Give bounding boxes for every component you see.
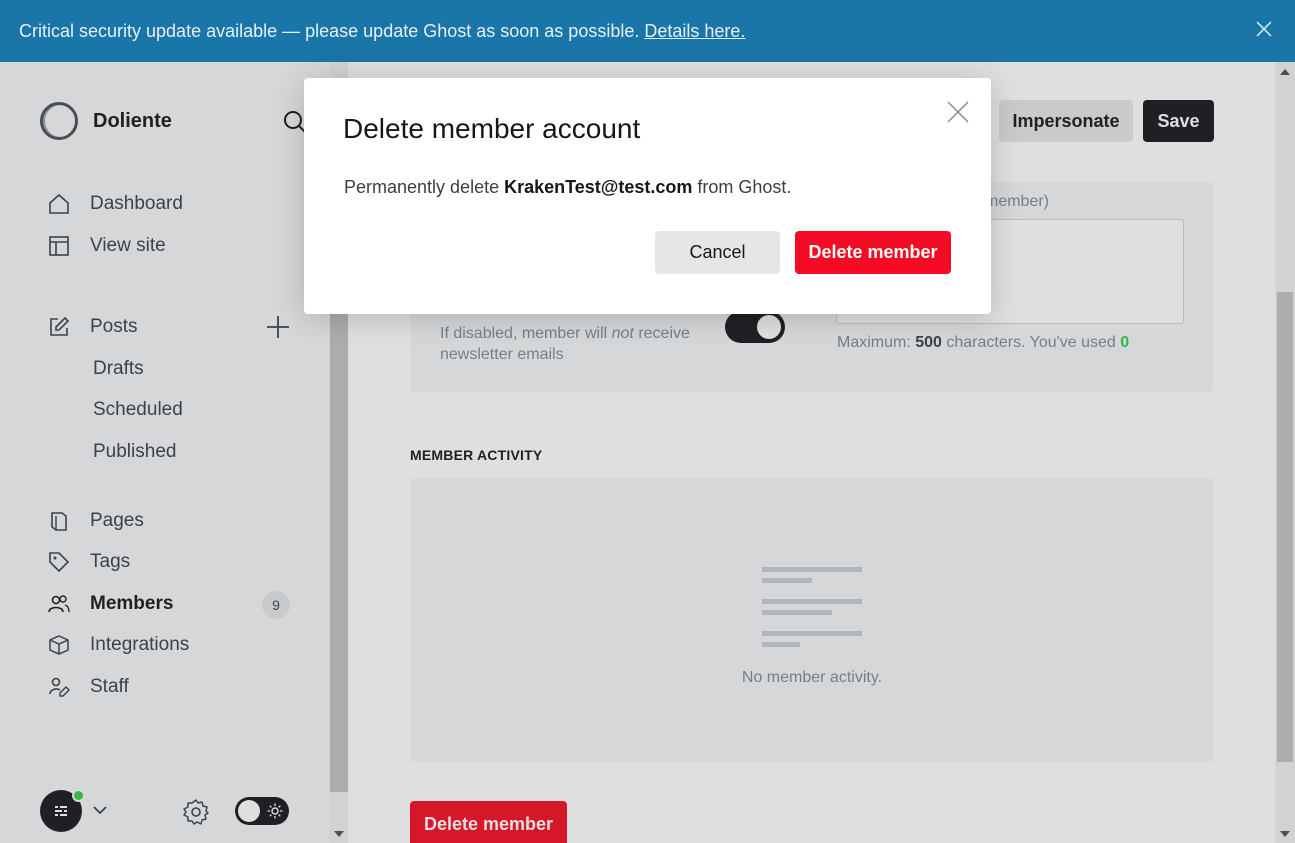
banner-message: Critical security update available — ple… [19,20,640,41]
modal-body: Permanently delete KrakenTest@test.com f… [344,177,792,197]
update-banner: Critical security update available — ple… [0,0,1295,62]
confirm-delete-button[interactable]: Delete member [795,231,951,274]
banner-details-link[interactable]: Details here. [644,21,745,42]
cancel-button[interactable]: Cancel [655,231,780,274]
delete-member-modal: Delete member account Permanently delete… [304,78,991,314]
member-email: KrakenTest@test.com [504,177,693,197]
modal-title: Delete member account [343,113,641,144]
close-icon[interactable] [947,101,969,123]
close-icon[interactable] [1255,20,1273,38]
